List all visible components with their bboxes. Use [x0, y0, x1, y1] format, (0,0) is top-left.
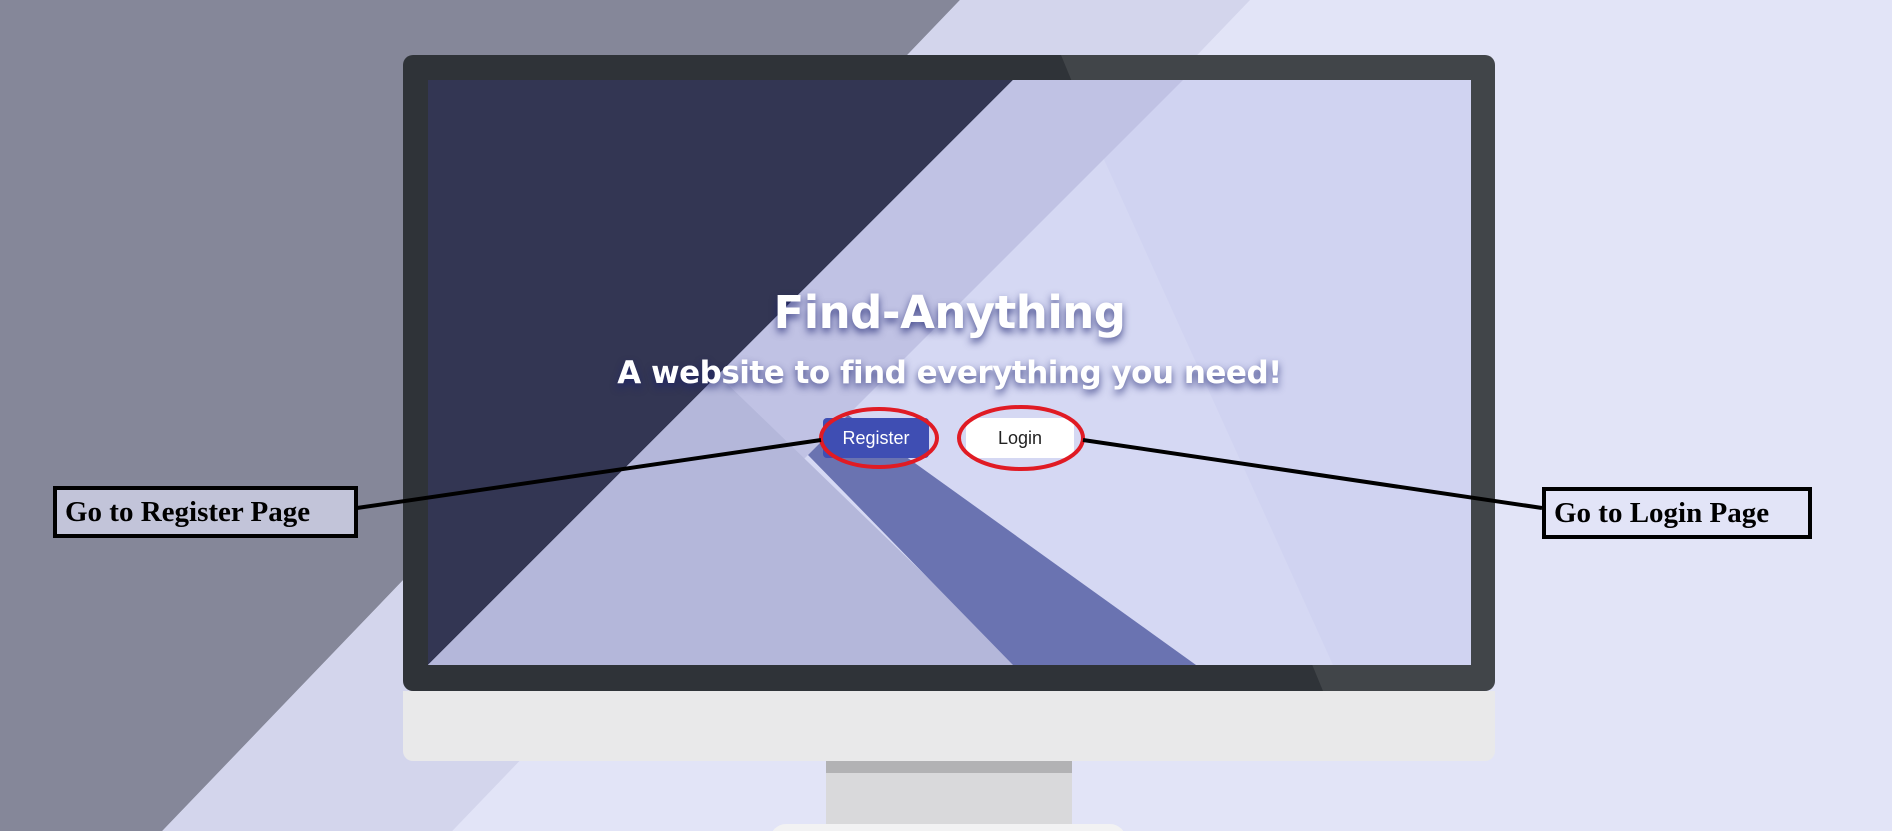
monitor-screen: Find-Anything A website to find everythi… — [428, 80, 1471, 665]
register-button[interactable]: Register — [823, 418, 929, 458]
hero-subtitle: A website to find everything you need! — [617, 355, 1282, 391]
hero-title: Find-Anything — [773, 286, 1126, 339]
hero-section: Find-Anything A website to find everythi… — [428, 80, 1471, 665]
login-button[interactable]: Login — [966, 418, 1074, 458]
login-callout-label: Go to Login Page — [1542, 487, 1812, 539]
monitor-stand-shadow — [826, 761, 1072, 773]
page: Find-Anything A website to find everythi… — [0, 0, 1892, 831]
monitor-chin — [403, 691, 1495, 761]
monitor-foot — [770, 824, 1126, 831]
register-callout-label: Go to Register Page — [53, 486, 358, 538]
